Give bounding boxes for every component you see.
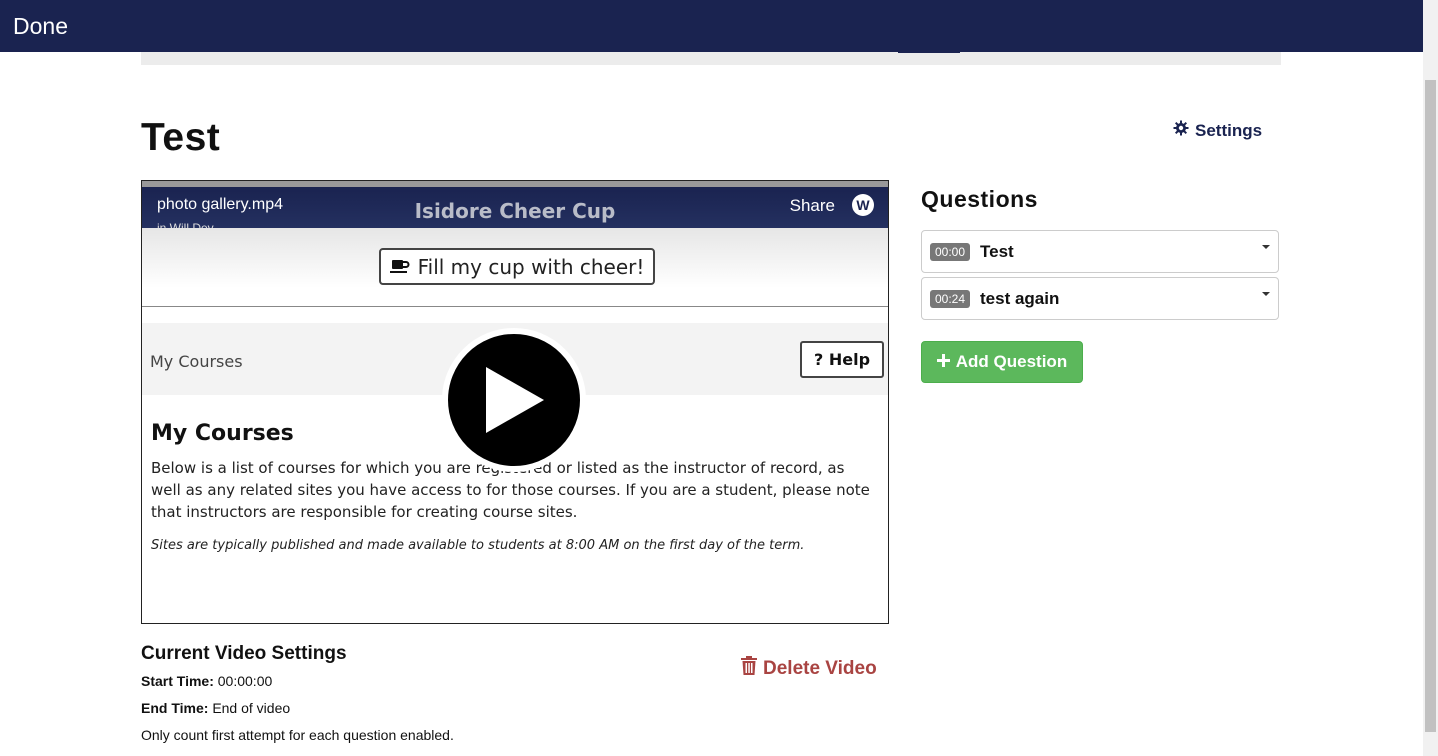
start-time-value: 00:00:00 [217,673,273,689]
cheer-button-label: Fill my cup with cheer! [417,254,645,279]
play-button[interactable] [442,328,586,472]
caret-down-icon[interactable] [1262,245,1270,249]
end-time-label: End Time: [141,700,209,716]
question-item[interactable]: 00:00 Test [921,230,1279,273]
video-player[interactable]: photo gallery.mp4 in Will Dev Isidore Ch… [141,180,889,624]
end-time-value: End of video [212,700,291,716]
video-heading: My Courses [151,421,294,446]
plus-icon [936,352,950,372]
trash-icon [741,656,757,681]
current-video-settings-title: Current Video Settings [141,643,347,664]
done-button[interactable]: Done [13,13,68,40]
top-bar: Done [0,0,1423,52]
settings-label: Settings [1195,120,1263,140]
video-note: Sites are typically published and made a… [151,538,805,553]
start-time-row: Start Time: 00:00:00 [141,673,272,689]
questions-title: Questions [921,186,1038,212]
add-question-button[interactable]: Add Question [921,341,1083,383]
play-icon [486,367,544,433]
page-title: Test [141,116,221,159]
video-frame-title: Isidore Cheer Cup [414,199,616,223]
coffee-cup-icon [389,255,410,279]
strip-indicator [898,52,960,53]
gear-icon [1173,120,1189,141]
settings-link[interactable]: Settings [1173,120,1262,141]
question-item[interactable]: 00:24 test again [921,277,1279,320]
delete-video-button[interactable]: Delete Video [741,656,877,681]
video-breadcrumb: My Courses [150,352,243,371]
video-header: photo gallery.mp4 in Will Dev Isidore Ch… [142,187,888,235]
video-divider [142,306,888,307]
top-strip [141,52,1281,65]
cheer-button: Fill my cup with cheer! [379,248,655,285]
start-time-label: Start Time: [141,673,214,689]
add-question-label: Add Question [955,352,1068,371]
question-label: Test [980,242,1014,261]
scrollbar-thumb[interactable] [1425,80,1436,732]
question-label: test again [980,289,1060,308]
video-help-button: ? Help [800,341,884,378]
channel-logo-icon[interactable]: W [852,194,874,216]
share-button[interactable]: Share [790,196,835,216]
question-timestamp-badge: 00:00 [930,243,971,261]
caret-down-icon[interactable] [1262,292,1270,296]
first-attempt-note: Only count first attempt for each questi… [141,727,454,743]
end-time-row: End Time: End of video [141,700,290,716]
delete-video-label: Delete Video [763,657,877,679]
question-timestamp-badge: 00:24 [930,290,971,308]
